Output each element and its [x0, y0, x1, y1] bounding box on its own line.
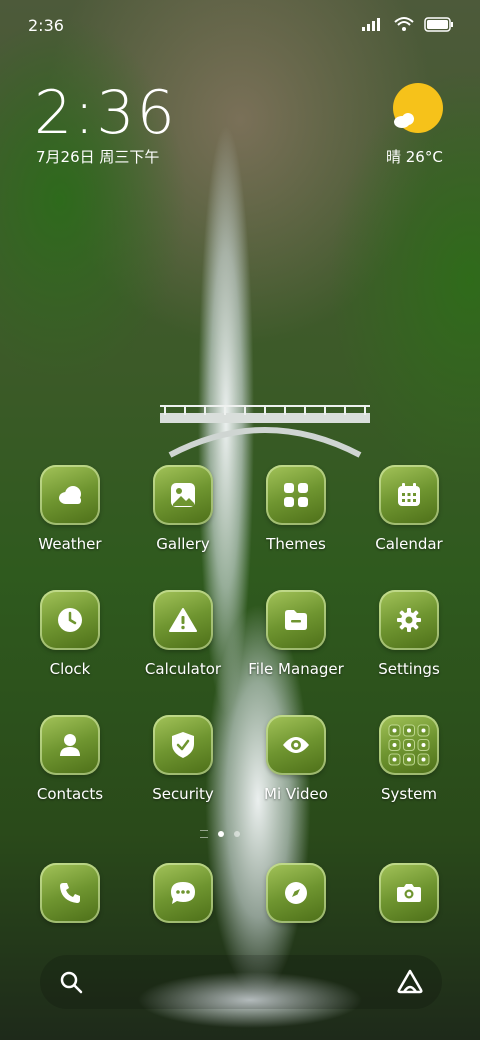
app-weather[interactable]: Weather	[15, 465, 125, 553]
wifi-icon	[394, 17, 414, 31]
weather-app-tile[interactable]	[40, 465, 100, 525]
settings-app-tile[interactable]	[379, 590, 439, 650]
app-label: Mi Video	[264, 785, 328, 803]
themes-icon	[284, 483, 308, 507]
weather-icon	[59, 486, 81, 504]
app-settings[interactable]: Settings	[354, 590, 464, 678]
file-manager-app-tile[interactable]	[266, 590, 326, 650]
search-icon[interactable]	[59, 970, 83, 994]
clock-widget-date: 7月26日 周三下午	[36, 148, 160, 166]
app-gallery[interactable]: Gallery	[128, 465, 238, 553]
folder-grid-icon	[388, 724, 430, 766]
system-folder-tile[interactable]	[379, 715, 439, 775]
dock-phone[interactable]	[15, 863, 125, 923]
app-label: Security	[152, 785, 214, 803]
contacts-app-tile[interactable]	[40, 715, 100, 775]
battery-icon	[424, 16, 453, 32]
app-calculator[interactable]: Calculator	[128, 590, 238, 678]
page-dot	[234, 831, 240, 837]
camera-app-tile[interactable]	[379, 863, 439, 923]
warning-icon	[169, 608, 197, 632]
app-clock[interactable]: Clock	[15, 590, 125, 678]
signal-icon	[362, 18, 380, 31]
app-security[interactable]: Security	[128, 715, 238, 803]
dock-messages[interactable]	[128, 863, 238, 923]
app-label: Clock	[49, 660, 91, 678]
gallery-app-tile[interactable]	[153, 465, 213, 525]
calendar-app-tile[interactable]	[379, 465, 439, 525]
clock-icon	[58, 608, 82, 632]
person-icon	[60, 734, 80, 756]
home-screen: 2:36 2:36 7月26日 周三下午 晴 26°C Weather Gall…	[0, 0, 480, 1040]
clock-widget-time[interactable]: 2:36	[34, 78, 177, 148]
folder-icon	[285, 610, 307, 630]
mi-video-app-tile[interactable]	[266, 715, 326, 775]
compass-icon	[285, 882, 307, 904]
browser-app-tile[interactable]	[266, 863, 326, 923]
gear-icon	[397, 608, 421, 632]
app-label: Gallery	[156, 535, 210, 553]
sun-cloud-icon[interactable]	[390, 82, 446, 138]
app-label: Calendar	[375, 535, 443, 553]
bridge-illustration	[160, 405, 370, 458]
themes-app-tile[interactable]	[266, 465, 326, 525]
phone-app-tile[interactable]	[40, 863, 100, 923]
app-calendar[interactable]: Calendar	[354, 465, 464, 553]
app-label: Settings	[378, 660, 440, 678]
clock-app-tile[interactable]	[40, 590, 100, 650]
page-indicator	[200, 830, 240, 838]
gallery-icon	[171, 483, 195, 507]
app-file-manager[interactable]: File Manager	[241, 590, 351, 678]
status-bar: 2:36	[0, 0, 480, 50]
assistant-icon[interactable]	[396, 968, 424, 994]
search-bar[interactable]	[40, 955, 442, 1009]
security-app-tile[interactable]	[153, 715, 213, 775]
phone-icon	[60, 883, 80, 903]
app-label: System	[381, 785, 437, 803]
app-label: Calculator	[144, 660, 222, 678]
app-themes[interactable]: Themes	[241, 465, 351, 553]
camera-icon	[397, 884, 421, 902]
page-dot-active	[218, 831, 224, 837]
weather-widget-text: 晴 26°C	[386, 148, 443, 166]
app-label: Weather	[38, 535, 102, 553]
app-label: Themes	[266, 535, 326, 553]
app-mi-video[interactable]: Mi Video	[241, 715, 351, 803]
calendar-icon	[398, 483, 420, 506]
page-list-indicator	[200, 830, 208, 838]
messages-app-tile[interactable]	[153, 863, 213, 923]
eye-icon	[283, 737, 309, 753]
status-time: 2:36	[28, 16, 64, 35]
shield-icon	[172, 732, 194, 758]
calculator-app-tile[interactable]	[153, 590, 213, 650]
app-label: Contacts	[36, 785, 104, 803]
app-contacts[interactable]: Contacts	[15, 715, 125, 803]
dock-camera[interactable]	[354, 863, 464, 923]
dock-browser[interactable]	[241, 863, 351, 923]
app-label: File Manager	[248, 660, 344, 678]
message-icon	[171, 882, 195, 904]
app-folder-system[interactable]: System	[354, 715, 464, 803]
